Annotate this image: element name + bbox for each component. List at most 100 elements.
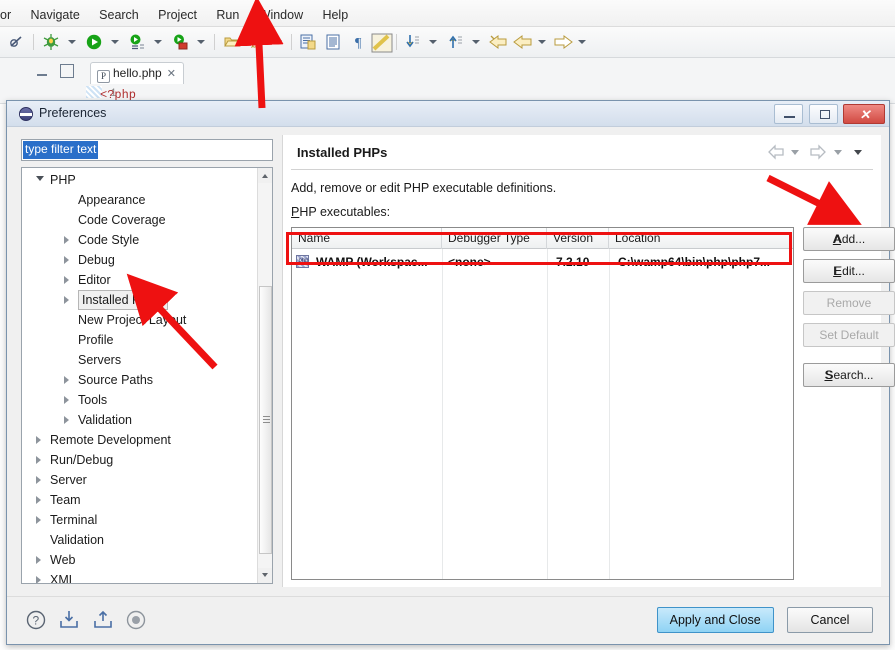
menu-item-window[interactable]: Window [251,6,311,24]
highlight-toggle-icon[interactable] [371,33,393,56]
chevron-right-icon[interactable] [64,256,69,264]
import-icon[interactable] [58,609,80,631]
open-type-icon[interactable] [299,33,317,54]
tree-item-source-paths[interactable]: Source Paths [22,370,254,390]
open-task-icon[interactable] [324,33,342,54]
column-header-version[interactable]: Version [547,228,609,249]
menu-item-navigate[interactable]: Navigate [22,6,87,24]
editor-tab-hello-php[interactable]: Phello.php ✕ [90,62,184,84]
new-dropdown-caret[interactable] [274,40,282,44]
tree-item-code-coverage[interactable]: Code Coverage [22,210,254,230]
debug-dropdown-caret[interactable] [68,40,76,44]
column-header-location[interactable]: Location [609,228,793,249]
external-tools-dropdown-caret[interactable] [154,40,162,44]
preferences-tree[interactable]: PHP Appearance Code Coverage Code Style Debu… [21,167,273,584]
help-icon[interactable]: ? [25,609,47,631]
maximize-button[interactable] [808,104,838,124]
chevron-right-icon[interactable] [64,376,69,384]
cancel-button[interactable]: Cancel [787,607,873,633]
tree-scrollbar[interactable] [257,168,272,583]
last-edit-location-icon[interactable] [489,33,509,54]
chevron-right-icon[interactable] [36,576,41,583]
chevron-right-icon[interactable] [36,476,41,484]
tree-item-team[interactable]: Team [22,490,254,510]
menu-item-project[interactable]: Project [150,6,205,24]
menu-item-help[interactable]: Help [314,6,356,24]
tree-item-run-debug[interactable]: Run/Debug [22,450,254,470]
menu-item-edit-clipped[interactable]: or [0,6,19,24]
forward-navigation-icon[interactable] [553,33,573,54]
menu-item-search[interactable]: Search [91,6,147,24]
tree-item-php[interactable]: PHP [22,170,254,190]
run-external-tools-icon[interactable] [128,33,146,54]
tree-item-web[interactable]: Web [22,550,254,570]
tree-item-profile[interactable]: Profile [22,330,254,350]
scroll-down-arrow-icon[interactable] [258,568,272,583]
chevron-right-icon[interactable] [64,296,69,304]
back-navigation-caret[interactable] [538,40,546,44]
chevron-right-icon[interactable] [64,236,69,244]
back-history-caret[interactable] [789,143,802,161]
open-folder-icon[interactable] [224,33,242,54]
prev-annotation-icon[interactable] [446,33,464,54]
tree-item-editor[interactable]: Editor [22,270,254,290]
tree-item-debug[interactable]: Debug [22,250,254,270]
chevron-right-icon[interactable] [64,276,69,284]
run-icon[interactable] [85,33,103,54]
next-annotation-icon[interactable] [403,33,421,54]
tree-item-appearance[interactable]: Appearance [22,190,254,210]
editor-maximize-icon[interactable] [60,64,74,78]
apply-and-close-button[interactable]: Apply and Close [656,607,774,633]
chevron-down-icon[interactable] [36,176,44,181]
page-menu-caret[interactable] [852,143,865,161]
minimize-button[interactable] [774,104,804,124]
chevron-right-icon[interactable] [36,436,41,444]
run-as-server-icon[interactable] [171,33,189,54]
edit-button[interactable]: EEdit... [803,259,895,283]
scroll-up-arrow-icon[interactable] [258,168,272,183]
scrollbar-thumb[interactable] [259,286,272,554]
back-icon[interactable] [767,143,785,161]
tree-item-new-project-layout[interactable]: New Project Layout [22,310,254,330]
close-button[interactable]: ✕ [843,104,885,124]
chevron-right-icon[interactable] [36,556,41,564]
debug-icon[interactable] [42,33,60,54]
forward-navigation-caret[interactable] [578,40,586,44]
toggle-breakpoint-icon[interactable] [8,33,26,54]
next-annotation-caret[interactable] [429,40,437,44]
tree-item-validation[interactable]: Validation [22,530,254,550]
tree-item-servers[interactable]: Servers [22,350,254,370]
forward-history-caret[interactable] [832,143,845,161]
pilcrow-icon[interactable]: ¶ [350,33,368,54]
filter-input[interactable] [21,139,273,161]
column-header-name[interactable]: Name [292,228,442,249]
prev-annotation-caret[interactable] [472,40,480,44]
menu-item-run[interactable]: Run [208,6,247,24]
chevron-right-icon[interactable] [64,416,69,424]
editor-minimize-icon[interactable] [36,66,50,77]
chevron-right-icon[interactable] [64,396,69,404]
tree-item-terminal[interactable]: Terminal [22,510,254,530]
table-row[interactable]: WAMP (Workspac... <none> 7.2.10 C:\wamp6… [292,250,793,274]
tree-item-xml[interactable]: XML [22,570,254,583]
chevron-right-icon[interactable] [36,516,41,524]
editor-tab-close-icon[interactable]: ✕ [167,68,176,80]
tree-item-installed-phps[interactable]: Installed PHPs [22,290,254,310]
new-file-pencil-icon[interactable] [250,33,268,54]
php-executables-table[interactable]: Name Debugger Type Version Location WAMP… [291,227,794,580]
tree-item-server[interactable]: Server [22,470,254,490]
add-button[interactable]: AAdd... [803,227,895,251]
tree-item-code-style[interactable]: Code Style [22,230,254,250]
server-dropdown-caret[interactable] [197,40,205,44]
export-icon[interactable] [92,609,114,631]
chevron-right-icon[interactable] [36,456,41,464]
column-header-debugger-type[interactable]: Debugger Type [442,228,547,249]
search-button[interactable]: SSearch... [803,363,895,387]
back-navigation-icon[interactable] [513,33,533,54]
forward-icon[interactable] [809,143,827,161]
tree-item-validation[interactable]: Validation [22,410,254,430]
chevron-right-icon[interactable] [36,496,41,504]
run-dropdown-caret[interactable] [111,40,119,44]
tree-item-remote-development[interactable]: Remote Development [22,430,254,450]
tree-item-tools[interactable]: Tools [22,390,254,410]
